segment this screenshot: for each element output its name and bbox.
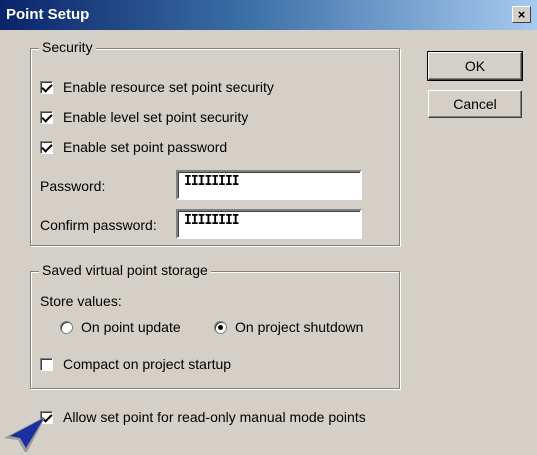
- point-setup-dialog: Point Setup × Security Enable resource s…: [0, 0, 537, 455]
- close-icon: ×: [517, 7, 526, 22]
- checkbox-label: Compact on project startup: [63, 356, 232, 372]
- set-point-password-checkbox[interactable]: Enable set point password: [40, 139, 227, 155]
- title-bar: Point Setup ×: [0, 0, 537, 30]
- checkbox-label: Allow set point for read-only manual mod…: [63, 409, 366, 425]
- storage-legend: Saved virtual point storage: [39, 262, 211, 278]
- checkbox-label: Enable resource set point security: [63, 79, 274, 95]
- allow-readonly-checkbox[interactable]: Allow set point for read-only manual mod…: [40, 409, 366, 425]
- on-point-update-radio[interactable]: On point update: [60, 319, 181, 335]
- on-project-shutdown-radio[interactable]: On project shutdown: [214, 319, 363, 335]
- password-field[interactable]: IIIIIIII: [176, 170, 362, 200]
- security-legend: Security: [39, 39, 96, 55]
- checkbox-label: Enable level set point security: [63, 109, 249, 125]
- store-values-label: Store values:: [40, 293, 122, 309]
- radio-label: On project shutdown: [235, 319, 364, 335]
- compact-on-startup-checkbox[interactable]: Compact on project startup: [40, 356, 231, 372]
- resource-security-checkbox[interactable]: Enable resource set point security: [40, 79, 274, 95]
- close-button[interactable]: ×: [512, 6, 531, 23]
- radio-circle[interactable]: [214, 320, 227, 334]
- arrow-pointer-icon: [4, 417, 44, 452]
- checkbox-box[interactable]: [40, 140, 53, 154]
- password-label: Password:: [40, 178, 106, 194]
- confirm-password-field[interactable]: IIIIIIII: [176, 209, 362, 239]
- checkbox-box[interactable]: [40, 80, 53, 94]
- level-security-checkbox[interactable]: Enable level set point security: [40, 109, 248, 125]
- radio-label: On point update: [81, 319, 181, 335]
- radio-circle[interactable]: [60, 320, 73, 334]
- checkbox-box[interactable]: [40, 357, 53, 371]
- window-title: Point Setup: [6, 6, 90, 23]
- cancel-button[interactable]: Cancel: [428, 90, 522, 118]
- checkbox-box[interactable]: [40, 110, 53, 124]
- confirm-password-label: Confirm password:: [40, 217, 157, 233]
- checkbox-label: Enable set point password: [63, 139, 228, 155]
- ok-button[interactable]: OK: [427, 51, 523, 81]
